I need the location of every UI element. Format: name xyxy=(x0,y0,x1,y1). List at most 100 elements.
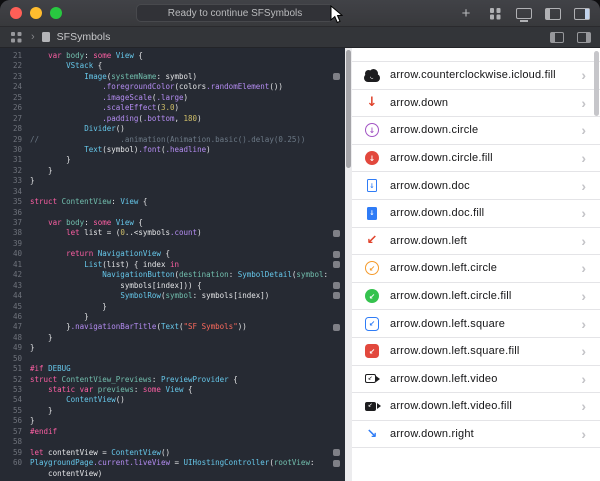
symbol-list-item[interactable]: ↓ arrow.down.doc.fill › xyxy=(352,200,600,228)
code-line: 26 .scaleEffect(3.0) xyxy=(0,103,345,113)
playgrounds-window: Ready to continue SFSymbols + › SFSymbol… xyxy=(0,0,600,481)
symbol-list-item[interactable]: ↙ arrow.down.left.square › xyxy=(352,310,600,338)
chevron-right-icon: › xyxy=(581,234,586,248)
code-text: } xyxy=(30,406,53,416)
code-text: return NavigationView { xyxy=(30,249,170,259)
symbol-name: arrow.down.left.video.fill xyxy=(390,400,581,412)
plus-icon: + xyxy=(462,6,471,21)
line-number: 52 xyxy=(0,375,22,385)
library-button[interactable] xyxy=(487,5,503,23)
code-line: 22 VStack { xyxy=(0,61,345,71)
line-number: 21 xyxy=(0,51,22,61)
line-number: 34 xyxy=(0,187,22,197)
zoom-button[interactable] xyxy=(50,7,62,19)
code-text: Text(symbol).font(.headline) xyxy=(30,145,211,155)
result-button[interactable] xyxy=(333,230,340,237)
symbol-list-item[interactable]: ↙ arrow.down.left › xyxy=(352,228,600,256)
line-number: 42 xyxy=(0,270,22,280)
code-line: 52 struct ContentView_Previews: PreviewP… xyxy=(0,375,345,385)
symbol-name: arrow.down.circle xyxy=(390,124,581,136)
breadcrumb-file-name[interactable]: SFSymbols xyxy=(57,31,111,43)
result-button[interactable] xyxy=(333,460,340,467)
code-line: 53 static var previews: some View { xyxy=(0,385,345,395)
result-button[interactable] xyxy=(333,73,340,80)
symbol-list-item[interactable]: ↙ arrow.down.left.square.fill › xyxy=(352,338,600,366)
code-text: SymbolRow(symbol: symbols[index]) xyxy=(30,291,269,301)
line-number: 55 xyxy=(0,406,22,416)
panel-right-icon xyxy=(577,32,591,43)
right-sidebar-toggle[interactable] xyxy=(574,5,590,23)
bottom-panel-toggle[interactable] xyxy=(549,28,565,46)
result-button[interactable] xyxy=(333,251,340,258)
code-line: 30 Text(symbol).font(.headline) xyxy=(0,145,345,155)
line-number: 40 xyxy=(0,249,22,259)
symbol-list-item[interactable]: ↺ arrow.counterclockwise.icloud.fill › xyxy=(352,62,600,90)
list-scrollbar-thumb[interactable] xyxy=(594,51,599,116)
navigator-button[interactable] xyxy=(8,28,24,46)
code-text: PlaygroundPage.current.liveView = UIHost… xyxy=(30,458,314,468)
left-sidebar-toggle[interactable] xyxy=(545,5,561,23)
code-line: 49 } xyxy=(0,343,345,353)
chevron-right-icon: › xyxy=(581,151,586,165)
symbol-name: arrow.down.left.square.fill xyxy=(390,345,581,357)
editor-scrollbar[interactable] xyxy=(345,48,352,481)
symbol-list-item[interactable]: ↙ arrow.down.left.circle › xyxy=(352,255,600,283)
symbol-icon: ↓ xyxy=(362,176,382,196)
code-line: 45 } xyxy=(0,302,345,312)
symbol-list-item[interactable]: ↙ arrow.down.left.video › xyxy=(352,366,600,394)
code-text: struct ContentView_Previews: PreviewProv… xyxy=(30,375,238,385)
line-number: 26 xyxy=(0,103,22,113)
code-text: } xyxy=(30,166,53,176)
code-editor[interactable]: 21 var body: some View { 22 VStack { 23 … xyxy=(0,48,345,481)
jump-bar: › SFSymbols xyxy=(0,27,600,48)
code-text: } xyxy=(30,312,89,322)
result-button[interactable] xyxy=(333,324,340,331)
line-number: 51 xyxy=(0,364,22,374)
line-number: 30 xyxy=(0,145,22,155)
code-line: 40 return NavigationView { xyxy=(0,249,345,259)
symbol-icon: ↙ xyxy=(362,231,382,251)
line-number: 35 xyxy=(0,197,22,207)
line-number: 53 xyxy=(0,385,22,395)
titlebar: Ready to continue SFSymbols + xyxy=(0,0,600,27)
code-text: let contentView = ContentView() xyxy=(30,448,170,458)
minimize-button[interactable] xyxy=(30,7,42,19)
inspector-panel-toggle[interactable] xyxy=(576,28,592,46)
symbol-list-item[interactable]: ↙ arrow.down.left.circle.fill › xyxy=(352,283,600,311)
line-number: 43 xyxy=(0,281,22,291)
add-button[interactable]: + xyxy=(458,5,474,23)
symbol-list-item[interactable]: ↙ arrow.down.left.video.fill › xyxy=(352,393,600,421)
symbol-list-item[interactable]: ↘ arrow.down.right › xyxy=(352,421,600,449)
code-line: 39 xyxy=(0,239,345,249)
line-number: 39 xyxy=(0,239,22,249)
symbol-list-item[interactable]: ↓ arrow.down.circle › xyxy=(352,117,600,145)
symbol-list-item[interactable]: ↓ arrow.down.doc › xyxy=(352,172,600,200)
result-button[interactable] xyxy=(333,292,340,299)
symbol-list-item[interactable]: ↓ arrow.down › xyxy=(352,90,600,118)
code-text: }.navigationBarTitle(Text("SF Symbols")) xyxy=(30,322,247,332)
code-line: 27 .padding(.bottom, 180) xyxy=(0,114,345,124)
status-pill[interactable]: Ready to continue SFSymbols xyxy=(136,4,334,22)
code-line: 31 } xyxy=(0,155,345,165)
run-destination-button[interactable] xyxy=(516,5,532,23)
symbol-list-item[interactable]: ↓ arrow.down.circle.fill › xyxy=(352,145,600,173)
line-number: 58 xyxy=(0,437,22,447)
code-line: 59 let contentView = ContentView() xyxy=(0,448,345,458)
line-number: 44 xyxy=(0,291,22,301)
result-button[interactable] xyxy=(333,449,340,456)
code-line: 37 var body: some View { xyxy=(0,218,345,228)
symbol-icon: ↓ xyxy=(362,148,382,168)
symbol-name: arrow.down.doc.fill xyxy=(390,207,581,219)
scrollbar-thumb[interactable] xyxy=(346,50,351,168)
code-line: 29 // .animation(Animation.basic().delay… xyxy=(0,135,345,145)
code-text: List(list) { index in xyxy=(30,260,179,270)
result-button[interactable] xyxy=(333,282,340,289)
line-number: 31 xyxy=(0,155,22,165)
line-number: 47 xyxy=(0,322,22,332)
close-button[interactable] xyxy=(10,7,22,19)
symbol-name: arrow.down.left.video xyxy=(390,373,581,385)
symbol-icon: ↓ xyxy=(362,93,382,113)
result-button[interactable] xyxy=(333,261,340,268)
chevron-right-icon: › xyxy=(581,427,586,441)
chevron-right-icon: › xyxy=(581,399,586,413)
